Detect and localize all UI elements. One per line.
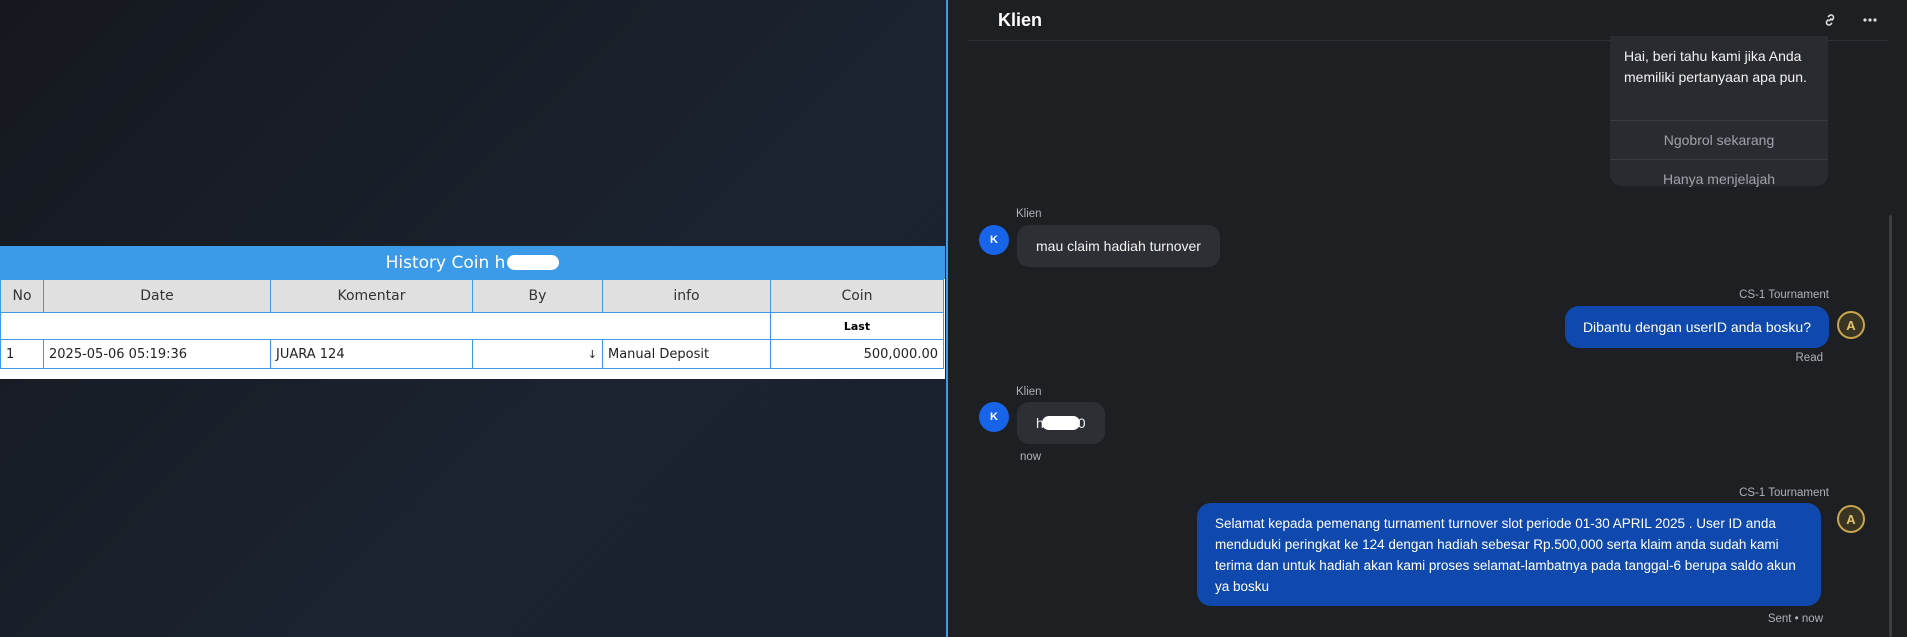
sender-label: Klien — [1016, 386, 1042, 398]
table-header-row: No Date Komentar By info Coin — [0, 279, 944, 313]
message-status: Read — [1795, 352, 1824, 364]
message-bubble: Dibantu dengan userID anda bosku? — [1564, 306, 1829, 348]
col-info: info — [602, 279, 771, 313]
cell-coin: 500,000.00 — [770, 339, 944, 369]
welcome-text: Hai, beri tahu kami jika Anda memiliki p… — [1624, 48, 1807, 85]
chat-title: Klien — [998, 9, 1043, 30]
avatar: K — [979, 402, 1009, 432]
col-last: Last — [770, 312, 944, 340]
table-subheader-row: Last — [0, 312, 944, 340]
avatar: K — [979, 225, 1009, 255]
chat-header: Klien — [968, 0, 1888, 41]
col-date: Date — [43, 279, 271, 313]
history-coin-panel: History Coin h No Date Komentar By info … — [0, 246, 945, 379]
history-table: No Date Komentar By info Coin Last 1 202… — [0, 279, 944, 369]
sender-label: CS-1 Tournament — [1739, 289, 1829, 301]
history-title: History Coin h — [0, 246, 945, 279]
sender-label: Klien — [1016, 208, 1042, 220]
sender-label: CS-1 Tournament — [1739, 487, 1829, 499]
cell-info: Manual Deposit — [602, 339, 771, 369]
welcome-card: Hai, beri tahu kami jika Anda memiliki p… — [1610, 36, 1828, 187]
agent-badge-icon: A — [1837, 311, 1865, 339]
table-row: 1 2025-05-06 05:19:36 JUARA 124 ↓ Manual… — [0, 339, 944, 369]
just-browsing-button[interactable]: Hanya menjelajah — [1610, 159, 1828, 198]
chat-scrollbar[interactable] — [1889, 215, 1892, 637]
message-status: Sent • now — [1767, 613, 1823, 625]
message-text-suffix: 0 — [1077, 415, 1086, 431]
left-pane: History Coin h No Date Komentar By info … — [0, 0, 946, 637]
col-komentar: Komentar — [270, 279, 473, 313]
chat-pane: Klien Hai, beri tahu kami jika Anda memi… — [948, 0, 1907, 637]
cell-by: ↓ — [472, 339, 603, 369]
message-bubble: h0 — [1017, 402, 1105, 444]
cell-no: 1 — [0, 339, 44, 369]
message-time: now — [1020, 451, 1042, 463]
col-by: By — [472, 279, 603, 313]
redacted-name — [507, 255, 560, 270]
col-no: No — [0, 279, 44, 313]
more-icon[interactable] — [1860, 10, 1880, 30]
message-bubble: mau claim hadiah turnover — [1017, 225, 1220, 267]
col-coin: Coin — [770, 279, 944, 313]
redacted-userid — [1041, 416, 1080, 430]
message-bubble: Selamat kepada pemenang turnament turnov… — [1197, 503, 1821, 606]
history-title-text: History Coin h — [385, 252, 506, 273]
cell-komentar: JUARA 124 — [270, 339, 473, 369]
agent-badge-icon: A — [1837, 505, 1865, 533]
link-icon[interactable] — [1820, 10, 1840, 30]
cell-date: 2025-05-06 05:19:36 — [43, 339, 271, 369]
chat-now-button[interactable]: Ngobrol sekarang — [1610, 120, 1828, 159]
